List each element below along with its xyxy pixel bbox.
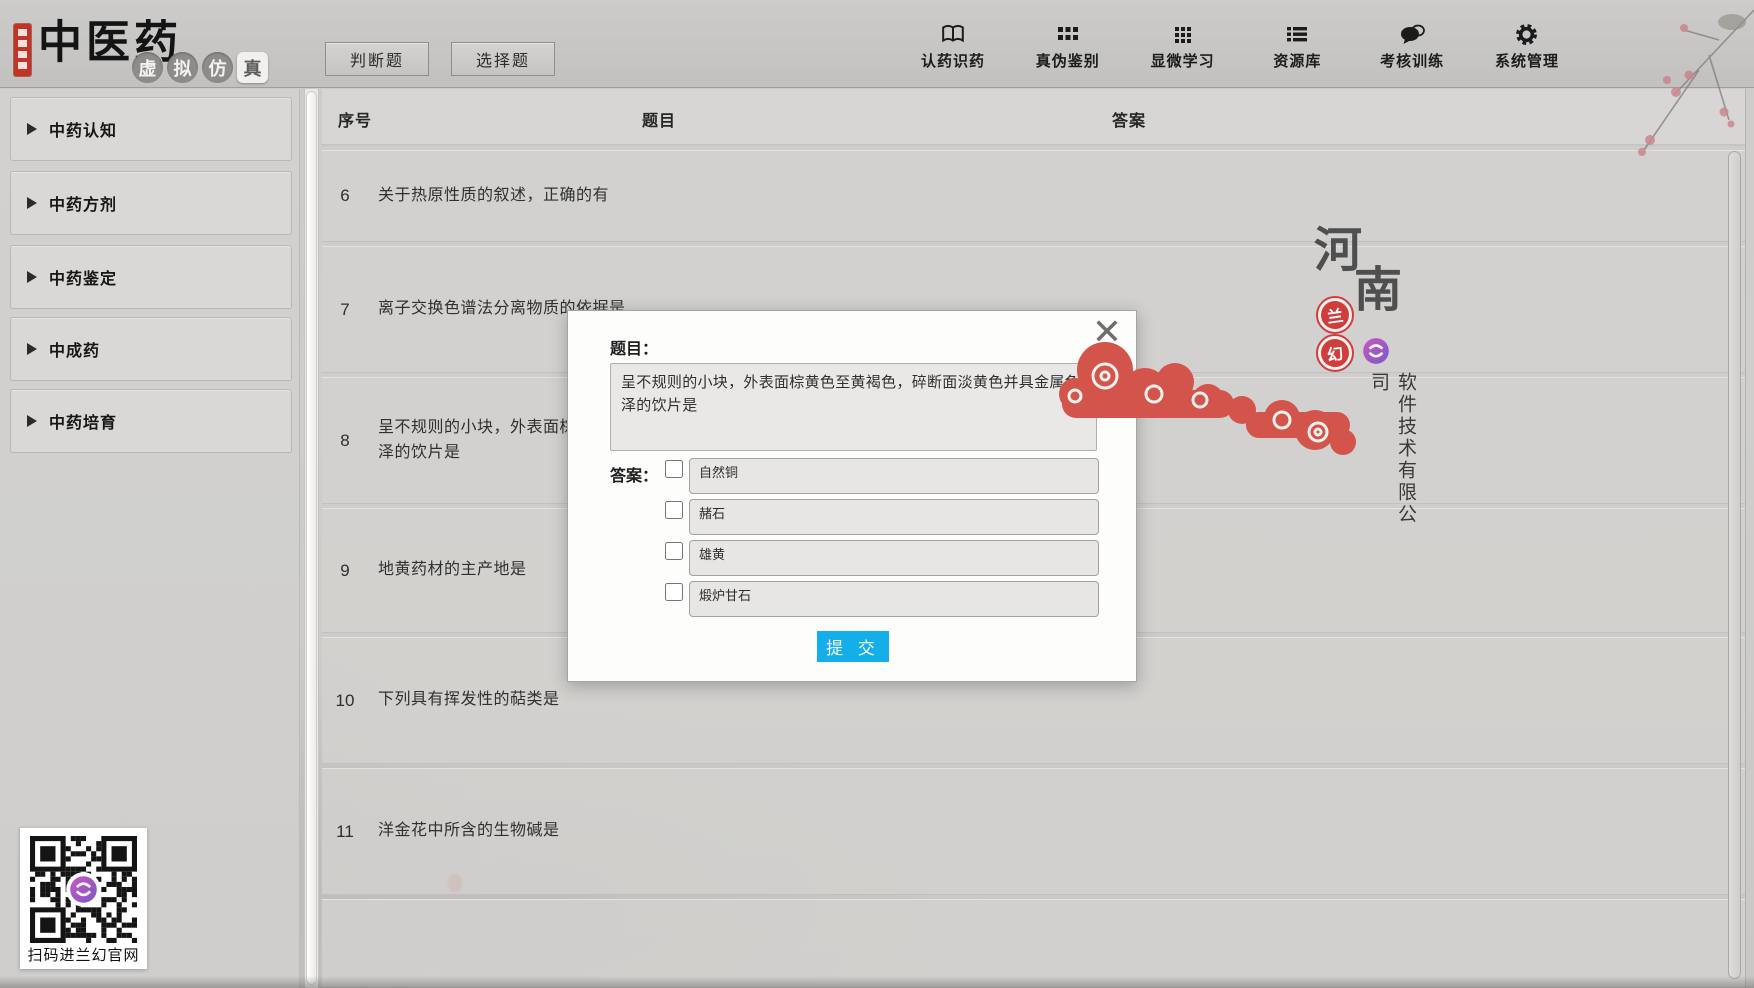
grid-icon <box>1020 22 1116 46</box>
gear-icon <box>1479 22 1575 46</box>
sidebar-item-patent-medicine[interactable]: 中成药 <box>10 317 292 381</box>
sidebar-item-herb-formulas[interactable]: 中药方剂 <box>10 171 292 235</box>
row-index: 10 <box>328 638 362 763</box>
logo-seal-icon <box>14 24 31 76</box>
book-icon <box>905 22 1001 46</box>
column-header-index: 序号 <box>338 107 372 131</box>
answer-label: 答案： <box>610 462 658 486</box>
answer-option: 自然铜 <box>665 458 1099 494</box>
judgment-questions-button[interactable]: 判断题 <box>325 42 429 76</box>
row-index: 6 <box>328 151 362 241</box>
table-row-empty <box>322 899 1745 988</box>
list-icon <box>1249 22 1345 46</box>
nav-item-resources[interactable]: 资源库 <box>1249 22 1345 71</box>
answer-option: 雄黄 <box>665 540 1099 576</box>
row-index: 11 <box>328 769 362 894</box>
logo-badge: 虚 <box>132 52 163 83</box>
qr-code-card: 扫码进兰幻官网 <box>20 828 147 969</box>
chevron-right-icon <box>27 197 37 209</box>
question-modal: ✕ 题目： 呈不规则的小块，外表面棕黄色至黄褐色，碎断面淡黄色并具金属色泽的饮片… <box>567 310 1137 682</box>
answer-option: 赭石 <box>665 499 1099 535</box>
app-window: 中医药 虚 拟 仿 真 判断题 选择题 认药识药 <box>0 0 1754 988</box>
nav-item-authenticity[interactable]: 真伪鉴别 <box>1020 22 1116 71</box>
option-text-input[interactable]: 自然铜 <box>689 458 1099 494</box>
logo-badge: 拟 <box>167 52 198 83</box>
chevron-right-icon <box>27 415 37 427</box>
chevron-right-icon <box>27 343 37 355</box>
row-index: 7 <box>328 247 362 372</box>
brand-badge-huan: 幻 <box>1316 334 1354 372</box>
close-icon[interactable]: ✕ <box>1092 313 1122 353</box>
column-header-answer: 答案 <box>1112 107 1146 131</box>
sidebar-item-herb-cultivation[interactable]: 中药培育 <box>10 389 292 453</box>
option-text-input[interactable]: 煅炉甘石 <box>689 581 1099 617</box>
chat-icon <box>1364 22 1460 46</box>
option-checkbox[interactable] <box>665 583 683 601</box>
option-checkbox[interactable] <box>665 501 683 519</box>
row-index: 8 <box>328 378 362 503</box>
top-header: 中医药 虚 拟 仿 真 判断题 选择题 认药识药 <box>0 0 1754 88</box>
option-checkbox[interactable] <box>665 542 683 560</box>
row-index: 9 <box>328 509 362 632</box>
brand-badge-lan: 兰 <box>1316 296 1354 334</box>
table-row[interactable]: 6 关于热原性质的叙述，正确的有 <box>322 150 1745 242</box>
row-question: 洋金花中所含的生物碱是 <box>378 769 878 894</box>
bottom-shadow <box>0 976 1754 988</box>
nav-item-assessment[interactable]: 考核训练 <box>1364 22 1460 71</box>
company-name-vertical: 软件技术有限公司 <box>1366 372 1420 542</box>
answer-option: 煅炉甘石 <box>665 581 1099 617</box>
chevron-right-icon <box>27 123 37 135</box>
option-checkbox[interactable] <box>665 460 683 478</box>
lanhuan-logo-icon <box>69 875 98 904</box>
sidebar-item-herb-identification[interactable]: 中药鉴定 <box>10 245 292 309</box>
table-row[interactable]: 11 洋金花中所含的生物碱是 <box>322 768 1745 895</box>
app-logo: 中医药 虚 拟 仿 真 <box>14 10 314 82</box>
qr-caption: 扫码进兰幻官网 <box>20 944 147 965</box>
table-scrollbar[interactable] <box>1728 151 1741 979</box>
sidebar-scrollbar[interactable] <box>304 89 319 988</box>
column-header-question: 题目 <box>642 107 676 131</box>
question-textarea[interactable]: 呈不规则的小块，外表面棕黄色至黄褐色，碎断面淡黄色并具金属色泽的饮片是 <box>610 363 1097 451</box>
option-text-input[interactable]: 赭石 <box>689 499 1099 535</box>
question-type-switch: 判断题 选择题 <box>325 42 555 76</box>
lanhuan-logo-icon <box>1362 337 1390 365</box>
sidebar-item-herb-cognition[interactable]: 中药认知 <box>10 97 292 161</box>
main-nav: 认药识药 真伪鉴别 显微学习 资源库 <box>905 22 1575 71</box>
nav-item-microscopy[interactable]: 显微学习 <box>1135 22 1231 71</box>
table-header: 序号 题目 答案 <box>322 89 1745 146</box>
nav-item-system-admin[interactable]: 系统管理 <box>1479 22 1575 71</box>
logo-badge: 仿 <box>202 52 233 83</box>
logo-badge: 真 <box>237 52 268 83</box>
grid-dots-icon <box>1135 22 1231 46</box>
nav-item-herb-recognition[interactable]: 认药识药 <box>905 22 1001 71</box>
row-question: 关于热原性质的叙述，正确的有 <box>378 151 878 241</box>
logo-subtitle-badges: 虚 拟 仿 真 <box>132 52 268 83</box>
option-text-input[interactable]: 雄黄 <box>689 540 1099 576</box>
choice-questions-button[interactable]: 选择题 <box>451 42 555 76</box>
scrollbar-thumb[interactable] <box>306 91 317 985</box>
chevron-right-icon <box>27 271 37 283</box>
question-label: 题目： <box>610 335 658 359</box>
submit-button[interactable]: 提 交 <box>817 631 889 662</box>
